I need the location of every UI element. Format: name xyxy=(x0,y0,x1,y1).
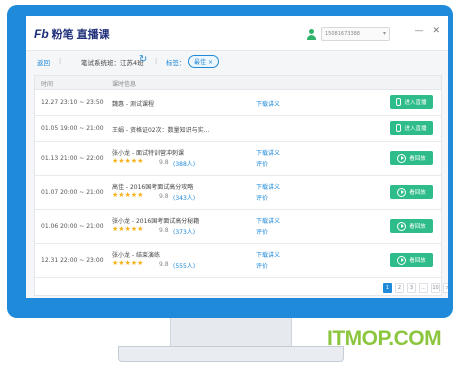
lesson-title: 魏惠 - 测试课程 xyxy=(112,101,154,108)
refresh-icon[interactable]: ↻ xyxy=(139,54,147,65)
review-link[interactable]: 评价 xyxy=(256,261,268,270)
monitor-stand-neck xyxy=(170,318,292,348)
lesson-table: 时间 课时信息 12.27 23:10 ~ 23:50 魏惠 - 测试课程 下载… xyxy=(34,75,442,296)
download-handout-link[interactable]: 下载讲义 xyxy=(256,148,280,157)
user-icon xyxy=(306,28,317,40)
chevron-down-icon: ▾ xyxy=(382,30,386,37)
lesson-title: 王娟 - 资格证02次：数量知识与实… xyxy=(112,127,210,134)
pagination: 1 2 3 ... 10 > xyxy=(383,283,448,293)
rating-count[interactable]: (555人) xyxy=(173,261,195,270)
review-link[interactable]: 评价 xyxy=(256,227,268,236)
table-header: 时间 课时信息 xyxy=(35,76,441,90)
table-row: 01.05 19:00 ~ 21:00 王娟 - 资格证02次：数量知识与实… … xyxy=(35,116,441,142)
monitor-stand-base xyxy=(118,346,344,362)
table-row: 12.31 22:00 ~ 23:00 张小龙 - 结束演练 ★★★★★ 9.8… xyxy=(35,244,441,278)
enter-live-button[interactable]: 进入直播 xyxy=(390,95,433,109)
app-logo: Fb 粉笔 直播课 xyxy=(34,26,110,42)
page-button[interactable]: 3 xyxy=(407,283,416,293)
lesson-time: 12.27 23:10 ~ 23:50 xyxy=(41,99,104,106)
watermark: ITMOP.COM xyxy=(327,327,442,350)
tag-filter-label: 标签： xyxy=(166,59,186,67)
rating-score: 9.8 xyxy=(159,193,169,200)
logo-text-brand: 粉笔 xyxy=(51,28,74,41)
table-row: 01.13 21:00 ~ 22:00 张小龙 - 面试特训营冲刺课 ★★★★★… xyxy=(35,142,441,176)
rating-count[interactable]: (388人) xyxy=(173,159,195,168)
close-icon[interactable]: × xyxy=(208,59,213,66)
logo-text-product: 直播课 xyxy=(76,28,110,41)
next-page-button[interactable]: > xyxy=(443,283,448,293)
lesson-time: 12.31 22:00 ~ 23:00 xyxy=(41,257,104,264)
rating-score: 9.8 xyxy=(159,159,169,166)
lesson-title: 高佳 - 2016国考面试高分攻略 xyxy=(112,184,194,191)
filter-bar: 返回 | 笔试系统班：江苏4班 ↻ | 标签： 最佳 × xyxy=(26,54,448,70)
rating-score: 9.8 xyxy=(159,261,169,268)
download-handout-link[interactable]: 下载讲义 xyxy=(256,99,280,108)
page-ellipsis: ... xyxy=(419,283,428,293)
column-header-info: 课时信息 xyxy=(112,81,137,88)
table-row: 12.27 23:10 ~ 23:50 魏惠 - 测试课程 下载讲义 进入直播 xyxy=(35,90,441,116)
user-menu[interactable]: 15081673388 ▾ xyxy=(306,27,390,41)
account-number: 15081673388 xyxy=(325,31,360,37)
monitor-frame: Fb 粉笔 直播课 15081673388 ▾ — ✕ 返回 | 笔试系统班：江… xyxy=(7,5,453,318)
watch-replay-button[interactable]: 看回放 xyxy=(390,253,433,267)
minimize-button[interactable]: — xyxy=(414,26,423,36)
download-handout-link[interactable]: 下载讲义 xyxy=(256,182,280,191)
separator: | xyxy=(155,57,158,65)
microphone-icon xyxy=(396,124,402,132)
rating-stars: ★★★★★ xyxy=(112,157,144,165)
app-window: Fb 粉笔 直播课 15081673388 ▾ — ✕ 返回 | 笔试系统班：江… xyxy=(26,16,448,298)
microphone-icon xyxy=(396,98,402,106)
download-handout-link[interactable]: 下载讲义 xyxy=(256,250,280,259)
lesson-title: 张小龙 - 2016国考面试高分秘籍 xyxy=(112,218,200,225)
page-button[interactable]: 1 xyxy=(383,283,392,293)
account-select[interactable]: 15081673388 ▾ xyxy=(321,27,390,41)
lesson-title: 张小龙 - 面试特训营冲刺课 xyxy=(112,150,184,157)
button-label: 进入直播 xyxy=(404,100,427,106)
review-link[interactable]: 评价 xyxy=(256,159,268,168)
lesson-time: 01.06 20:00 ~ 21:00 xyxy=(41,223,104,230)
table-row: 01.07 20:00 ~ 21:00 高佳 - 2016国考面试高分攻略 ★★… xyxy=(35,176,441,210)
lesson-time: 01.07 20:00 ~ 21:00 xyxy=(41,189,104,196)
lesson-title: 张小龙 - 结束演练 xyxy=(112,252,160,259)
lesson-time: 01.05 19:00 ~ 21:00 xyxy=(41,125,104,132)
rating-count[interactable]: (343人) xyxy=(173,193,195,202)
rating-stars: ★★★★★ xyxy=(112,191,144,199)
rating-stars: ★★★★★ xyxy=(112,259,144,267)
play-icon xyxy=(397,255,407,265)
close-button[interactable]: ✕ xyxy=(432,26,440,36)
page-button[interactable]: 10 xyxy=(431,283,440,293)
back-link[interactable]: 返回 xyxy=(37,57,50,67)
watch-replay-button[interactable]: 看回放 xyxy=(390,185,433,199)
play-icon xyxy=(397,187,407,197)
separator: | xyxy=(59,57,62,65)
button-label: 看回放 xyxy=(409,190,426,196)
rating-count[interactable]: (373人) xyxy=(173,227,195,236)
button-label: 看回放 xyxy=(409,224,426,230)
watch-replay-button[interactable]: 看回放 xyxy=(390,219,433,233)
play-icon xyxy=(397,153,407,163)
table-row: 01.06 20:00 ~ 21:00 张小龙 - 2016国考面试高分秘籍 ★… xyxy=(35,210,441,244)
button-label: 看回放 xyxy=(409,258,426,264)
title-bar: Fb 粉笔 直播课 15081673388 ▾ — ✕ xyxy=(26,16,448,51)
play-icon xyxy=(397,221,407,231)
enter-live-button[interactable]: 进入直播 xyxy=(390,121,433,135)
page-button[interactable]: 2 xyxy=(395,283,404,293)
course-name: 笔试系统班：江苏4班 xyxy=(81,59,144,67)
rating-score: 9.8 xyxy=(159,227,169,234)
rating-stars: ★★★★★ xyxy=(112,225,144,233)
download-handout-link[interactable]: 下载讲义 xyxy=(256,216,280,225)
logo-mark: Fb xyxy=(34,27,49,41)
tag-chip[interactable]: 最佳 × xyxy=(188,55,219,68)
lesson-time: 01.13 21:00 ~ 22:00 xyxy=(41,155,104,162)
review-link[interactable]: 评价 xyxy=(256,193,268,202)
button-label: 进入直播 xyxy=(404,126,427,132)
window-controls: — ✕ xyxy=(414,26,440,36)
watch-replay-button[interactable]: 看回放 xyxy=(390,151,433,165)
column-header-time: 时间 xyxy=(41,81,54,88)
button-label: 看回放 xyxy=(409,156,426,162)
tag-chip-label: 最佳 xyxy=(194,59,207,66)
